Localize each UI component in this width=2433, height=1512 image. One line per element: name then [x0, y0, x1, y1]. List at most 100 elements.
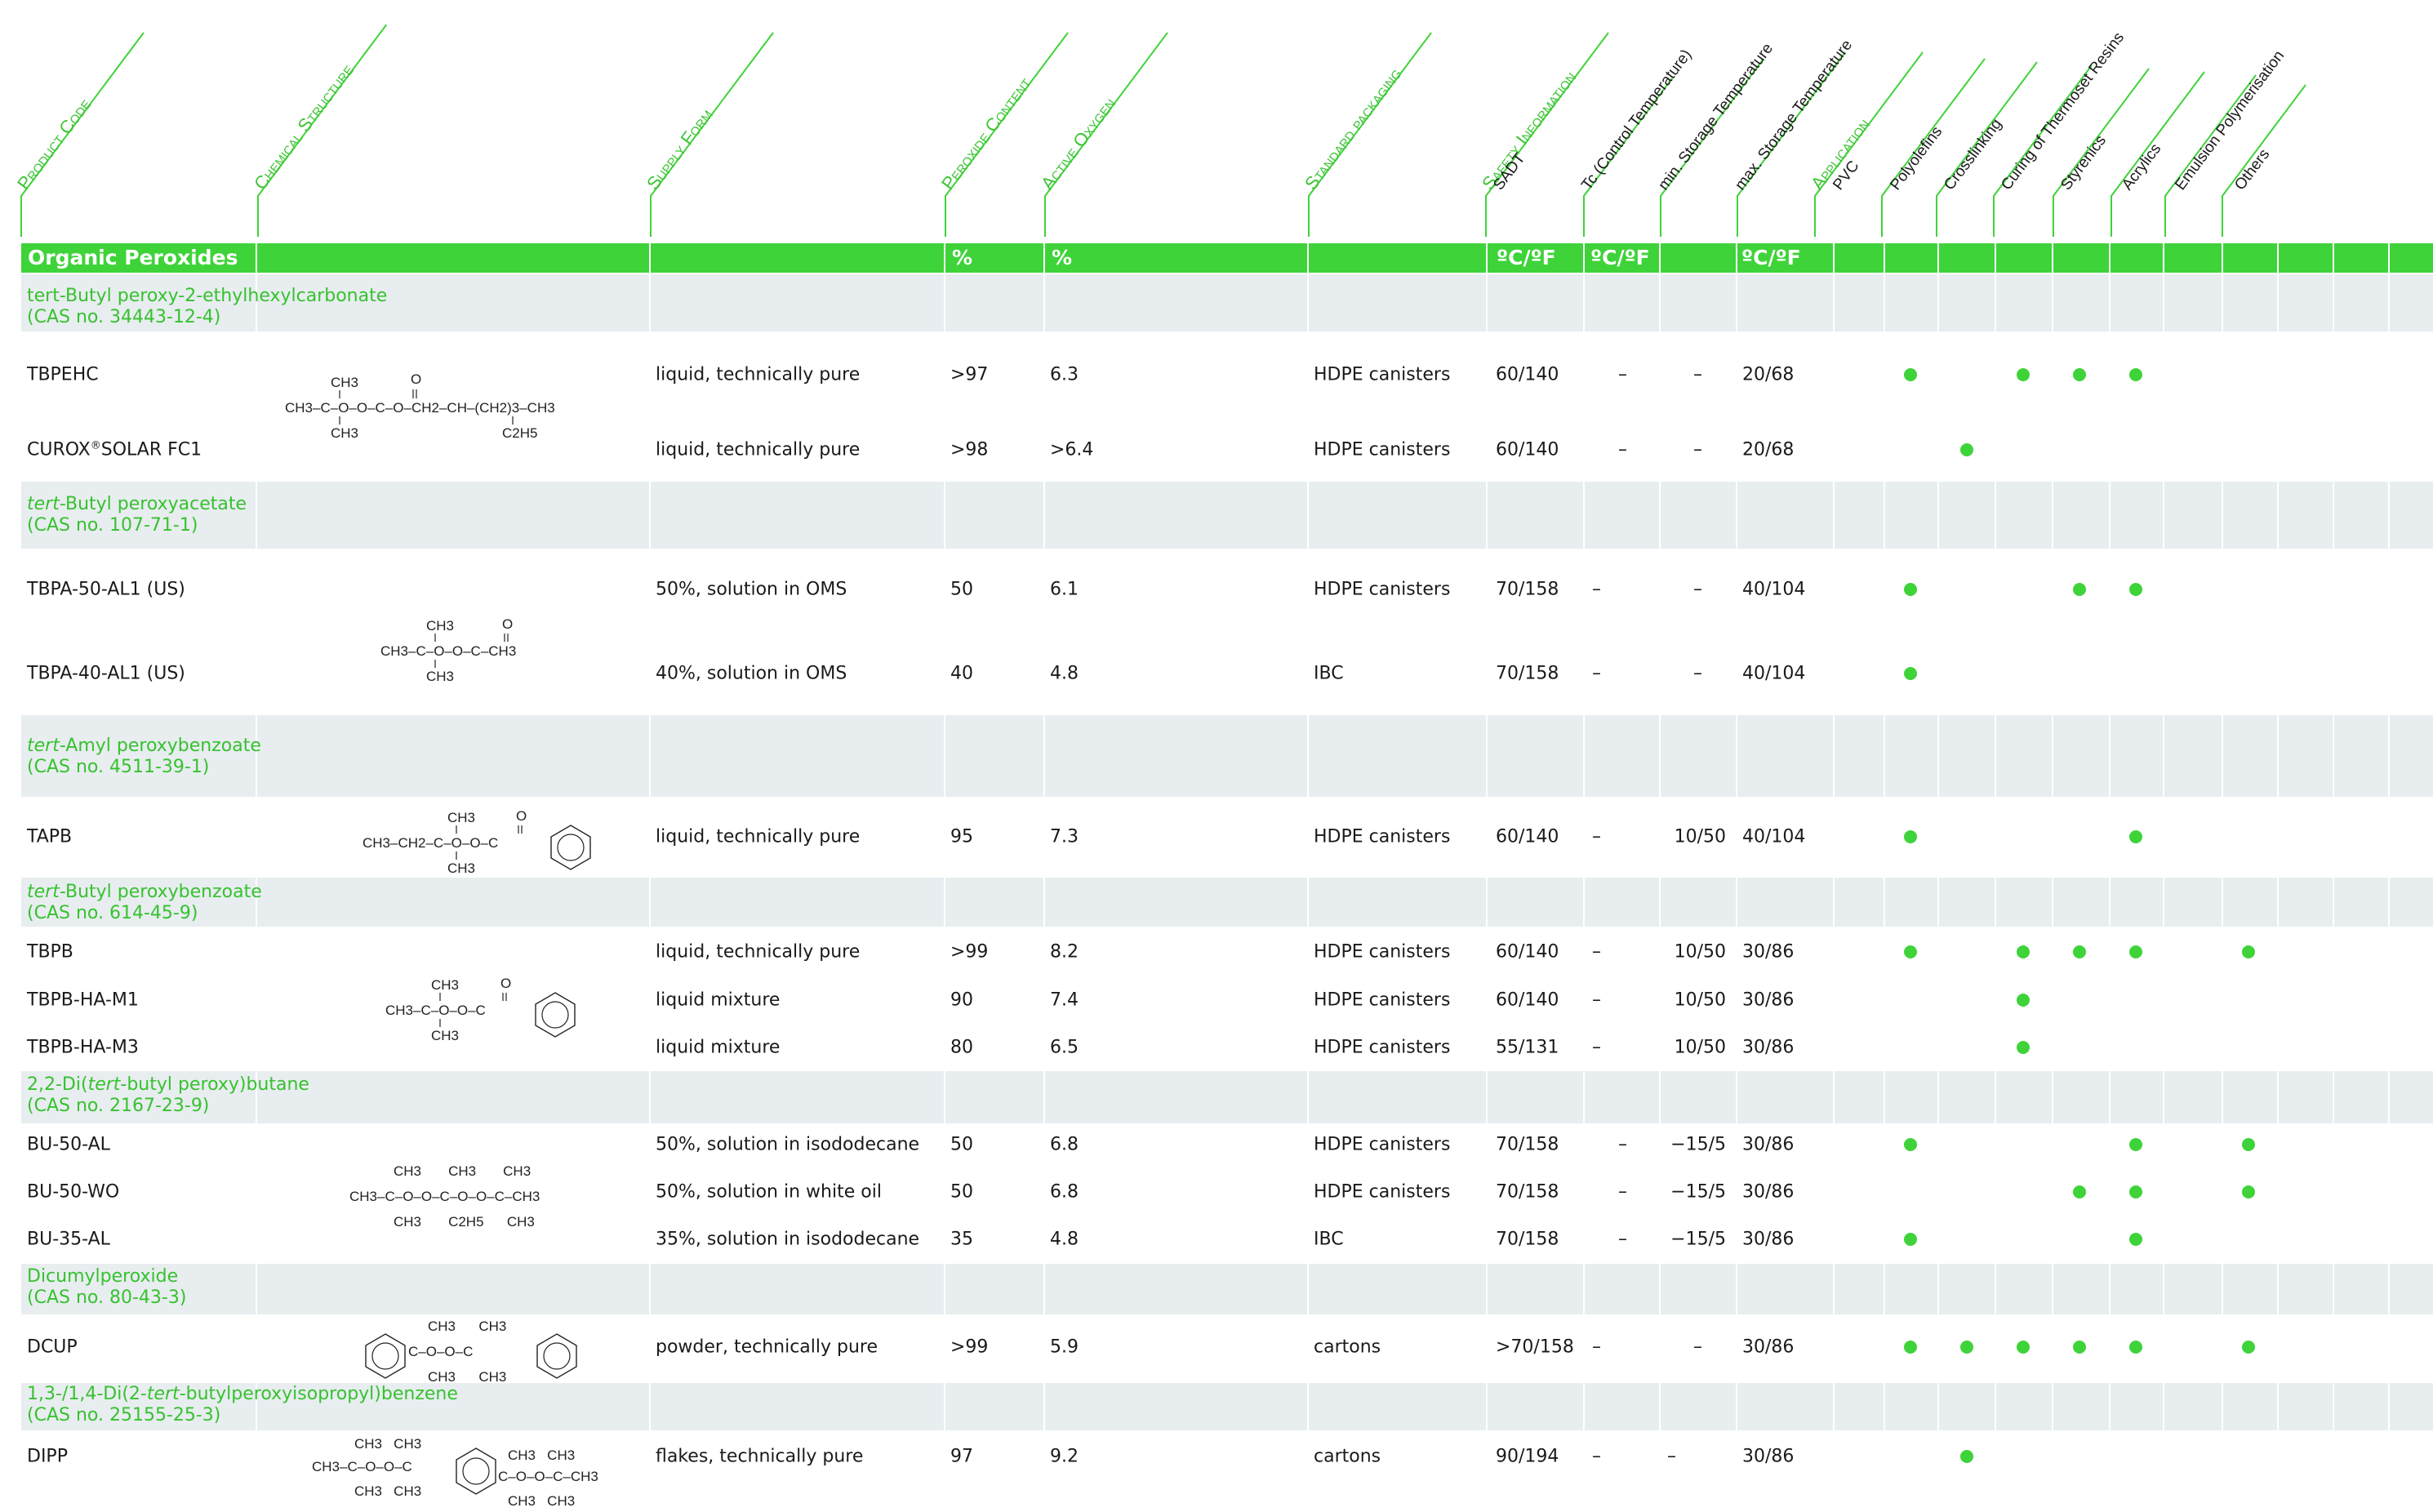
- svg-text:CH3: CH3: [331, 425, 358, 441]
- svg-text:CH3 C2H5 CH3: CH3 C2H5 CH3: [394, 1214, 535, 1230]
- packaging-cell: HDPE canisters: [1314, 1037, 1451, 1058]
- supply-cell: flakes, technically pure: [656, 1446, 864, 1467]
- application-marker: [2129, 1341, 2142, 1354]
- product-code: CUROX®SOLAR FC1: [27, 439, 202, 460]
- min-cell: –: [1693, 1336, 1702, 1358]
- tc-cell: –: [1592, 1446, 1601, 1467]
- chemical-structure-tbpehc: CH3 O CH3–C–O–O–C–O–CH2–CH–(CH2)3–CH3 CH…: [285, 371, 555, 441]
- header-app-others: Others: [2231, 146, 2273, 193]
- packaging-cell: HDPE canisters: [1314, 941, 1451, 963]
- min-cell: −15/5: [1670, 1181, 1726, 1203]
- oxygen-unit: %: [1052, 246, 1073, 269]
- supply-cell: liquid, technically pure: [656, 826, 861, 847]
- application-marker: [2073, 583, 2086, 596]
- header-safety-information: Safety Information: [1478, 67, 1580, 193]
- group-name: Dicumylperoxide (CAS no. 80-43-3): [27, 1266, 187, 1308]
- svg-text:CH3: CH3: [426, 618, 454, 634]
- product-code: BU-50-AL: [27, 1134, 110, 1155]
- tc-cell: –: [1592, 1037, 1601, 1058]
- supply-cell: 40%, solution in OMS: [656, 663, 847, 684]
- peroxide-cell: >99: [950, 941, 989, 963]
- application-marker: [1904, 1233, 1917, 1246]
- group-name: 1,3-/1,4-Di(2-tert-butylperoxyisopropyl)…: [27, 1384, 458, 1425]
- packaging-cell: HDPE canisters: [1314, 439, 1451, 460]
- application-marker: [1960, 1450, 1973, 1463]
- max-cell: 30/86: [1742, 989, 1795, 1011]
- svg-text:C–O–O–C: C–O–O–C: [408, 1344, 473, 1359]
- svg-text:CH3 CH3: CH3 CH3: [508, 1448, 575, 1463]
- svg-text:CH3 CH3: CH3 CH3: [508, 1493, 575, 1509]
- peroxide-cell: 97: [950, 1446, 973, 1467]
- sadt-cell: 70/158: [1496, 663, 1559, 684]
- peroxide-cell: 80: [950, 1037, 973, 1058]
- oxygen-cell: 6.8: [1050, 1181, 1079, 1203]
- peroxide-cell: >99: [950, 1336, 989, 1358]
- min-cell: –: [1693, 364, 1702, 385]
- application-marker: [1904, 667, 1917, 680]
- oxygen-cell: 4.8: [1050, 663, 1079, 684]
- max-cell: 30/86: [1742, 1336, 1795, 1358]
- group-band: [21, 878, 2433, 927]
- application-marker: [2073, 945, 2086, 958]
- product-code: TBPB-HA-M1: [27, 989, 139, 1011]
- product-code: TBPA-50-AL1 (US): [27, 579, 185, 600]
- application-marker: [2129, 830, 2142, 843]
- svg-text:CH3–C–O–O–C: CH3–C–O–O–C: [312, 1459, 412, 1474]
- oxygen-cell: 6.5: [1050, 1037, 1079, 1058]
- chemical-structure-dipp: CH3 CH3 CH3–C–O–O–C CH3 CH3 CH3 CH3 C–O–…: [312, 1436, 598, 1509]
- svg-text:CH3–C–O–O–C–CH3: CH3–C–O–O–C–CH3: [380, 643, 516, 659]
- packaging-cell: HDPE canisters: [1314, 826, 1451, 847]
- oxygen-cell: 7.4: [1050, 989, 1079, 1011]
- tc-cell: –: [1592, 826, 1601, 847]
- application-marker: [2129, 1138, 2142, 1151]
- packaging-cell: HDPE canisters: [1314, 579, 1451, 600]
- application-marker: [2073, 1341, 2086, 1354]
- group-band: [21, 715, 2433, 797]
- application-marker: [2129, 945, 2142, 958]
- sadt-cell: 60/140: [1496, 989, 1559, 1011]
- product-code: DCUP: [27, 1336, 78, 1358]
- max-cell: 30/86: [1742, 941, 1795, 963]
- svg-text:CH3: CH3: [431, 977, 459, 993]
- max-cell: 40/104: [1742, 663, 1806, 684]
- supply-cell: liquid mixture: [656, 1037, 781, 1058]
- peroxide-unit: %: [952, 246, 973, 269]
- supply-cell: 50%, solution in isododecane: [656, 1134, 920, 1155]
- peroxide-cell: 50: [950, 1181, 973, 1203]
- group-band: [21, 1071, 2433, 1123]
- svg-text:CH3: CH3: [447, 861, 475, 876]
- max-storage-unit: ºC/ºF: [1741, 246, 1801, 269]
- min-cell: −15/5: [1670, 1134, 1726, 1155]
- oxygen-cell: 4.8: [1050, 1229, 1079, 1250]
- header-chemical-structure: Chemical Structure: [250, 60, 358, 193]
- header-app-emulsion: Emulsion Polymerisation: [2172, 47, 2288, 193]
- group-name: tert-Butyl peroxyacetate (CAS no. 107-71-…: [27, 494, 247, 536]
- peroxide-cell: 35: [950, 1229, 973, 1250]
- product-code: DIPP: [27, 1446, 68, 1467]
- application-marker: [2073, 1185, 2086, 1198]
- oxygen-cell: 5.9: [1050, 1336, 1079, 1358]
- chemical-structure-tbpa: CH3 O CH3–C–O–O–C–CH3 CH3: [380, 616, 516, 684]
- application-marker: [2129, 368, 2142, 381]
- sadt-cell: 60/140: [1496, 439, 1559, 460]
- header-app-curing: Curing of Thermoset Resins: [1998, 29, 2128, 193]
- oxygen-cell: 9.2: [1050, 1446, 1079, 1467]
- sadt-cell: 55/131: [1496, 1037, 1559, 1058]
- svg-text:CH3–C–O–O–C–O–CH2–CH–(CH2)3–CH: CH3–C–O–O–C–O–CH2–CH–(CH2)3–CH3: [285, 400, 555, 416]
- svg-text:CH3: CH3: [331, 375, 358, 390]
- header-divider-line: [257, 24, 388, 237]
- header-app-styrenics: Styrenics: [2057, 132, 2110, 193]
- tc-cell: –: [1592, 989, 1601, 1011]
- sadt-cell: 70/158: [1496, 1229, 1559, 1250]
- svg-text:O: O: [411, 371, 421, 387]
- tc-cell: –: [1618, 439, 1627, 460]
- header-product-code: Product Code: [13, 94, 95, 193]
- header-divider-line: [20, 32, 145, 237]
- group-name: tert-Amyl peroxybenzoate (CAS no. 4511-39…: [27, 736, 261, 777]
- tc-cell: –: [1592, 941, 1601, 963]
- min-cell: 10/50: [1674, 1037, 1726, 1058]
- header-divider-line: [650, 32, 774, 237]
- header-peroxide-content: Peroxide Content: [937, 73, 1035, 194]
- svg-text:CH3–C–O–O–C–O–O–C–CH3: CH3–C–O–O–C–O–O–C–CH3: [349, 1189, 540, 1204]
- packaging-cell: HDPE canisters: [1314, 1181, 1451, 1203]
